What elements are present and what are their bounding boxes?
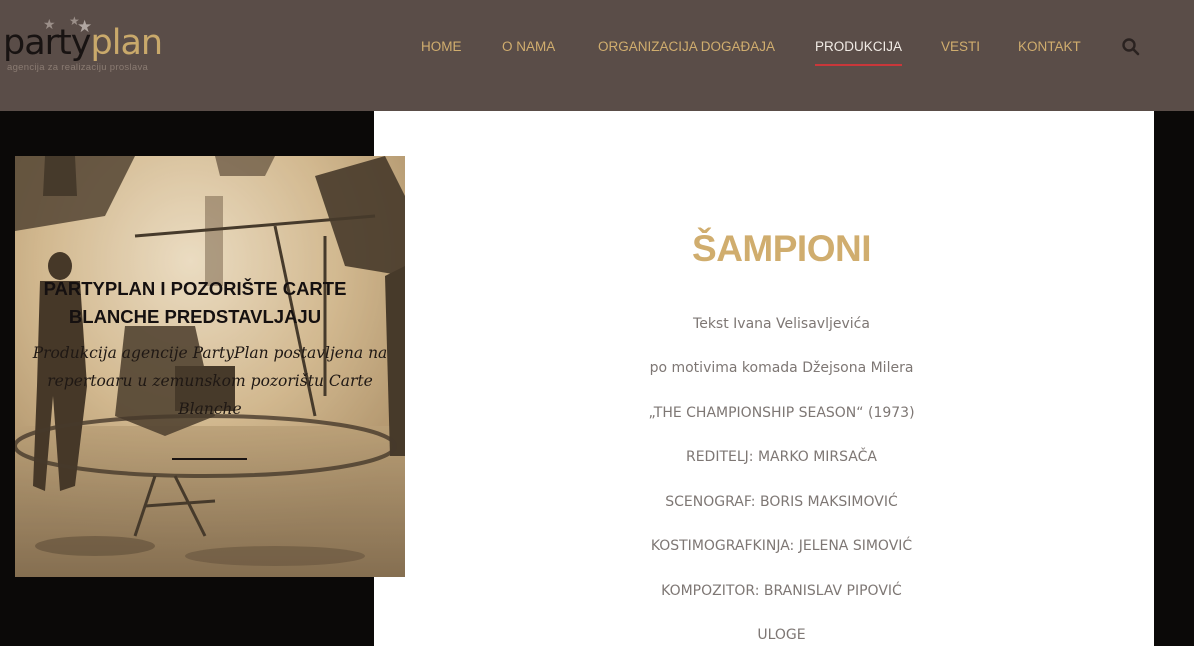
credit-line-original: „THE CHAMPIONSHIP SEASON“ (1973) [648,405,915,421]
search-button[interactable] [1121,37,1141,57]
logo-word-plan: plan [90,23,164,63]
logo-tagline: agencija za realizaciju proslava [7,62,149,73]
logo[interactable]: ★ ★ ★ partyplan agencija za realizaciju … [3,14,183,76]
credit-line-set-designer: SCENOGRAF: BORIS MAKSIMOVIĆ [665,494,898,510]
nav-item-produkcija[interactable]: PRODUKCIJA [815,38,902,56]
hero-title: PARTYPLAN I POZORIŠTE CARTE BLANCHE PRED… [43,278,347,327]
logo-wordmark: partyplan [3,23,164,63]
credit-line-motif: po motivima komada Džejsona Milera [649,360,914,376]
credit-line-composer: KOMPOZITOR: BRANISLAV PIPOVIĆ [661,583,902,599]
hero-subtitle: Produkcija agencije PartyPlan postavljen… [32,344,388,418]
nav-item-o-nama[interactable]: O NAMA [502,38,555,56]
page-title: ŠAMPIONI [692,228,871,269]
credit-line-text: Tekst Ivana Velisavljevića [693,316,870,332]
nav-active-underline [815,64,902,66]
credit-line-cast: ULOGE [757,627,806,643]
nav-item-organizacija-dogadjaja[interactable]: ORGANIZACIJA DOGAĐAJA [598,38,775,56]
site-header: ★ ★ ★ partyplan agencija za realizaciju … [0,0,1194,111]
hero-divider [172,458,247,460]
logo-word-party: party [3,23,91,63]
nav-item-kontakt[interactable]: KONTAKT [1018,38,1081,56]
search-icon [1122,38,1140,56]
content-panel [374,111,1154,646]
credit-line-costume-designer: KOSTIMOGRAFKINJA: JELENA SIMOVIĆ [650,538,913,554]
nav-item-home[interactable]: HOME [421,38,462,56]
nav-item-vesti[interactable]: VESTI [941,38,980,56]
credit-line-director: REDITELJ: MARKO MIRSAČA [685,449,877,465]
